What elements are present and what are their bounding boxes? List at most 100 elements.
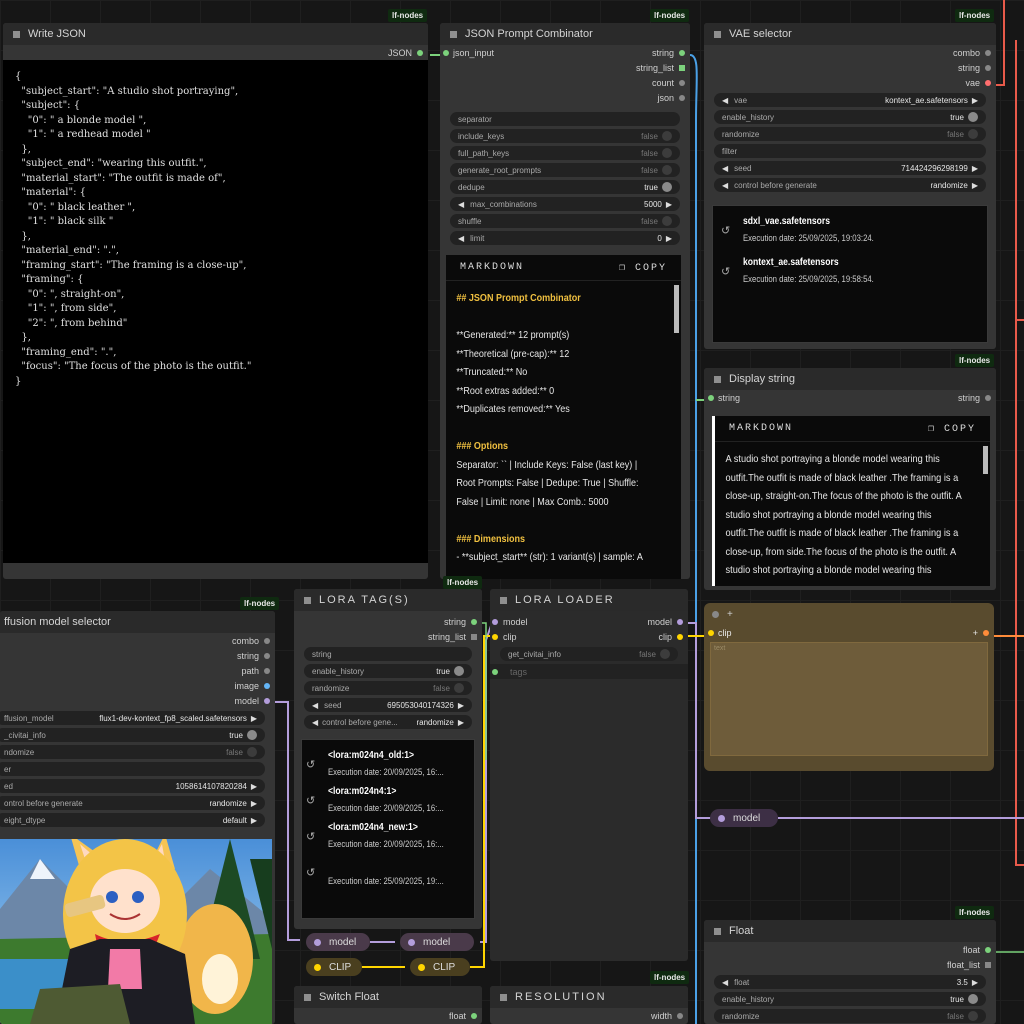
collapse-icon[interactable] <box>500 993 507 1001</box>
right-arrow-icon[interactable]: ▶ <box>458 718 464 727</box>
dedupe-toggle[interactable]: dedupe true <box>450 180 680 194</box>
string-output-slot[interactable] <box>264 653 270 659</box>
get-civitai-info-toggle[interactable]: get_civitai_info false <box>500 647 678 661</box>
lora-loader-title[interactable]: LORA LOADER <box>490 589 688 611</box>
model-reroute[interactable]: model <box>710 809 778 827</box>
vae-output-slot[interactable] <box>985 80 991 86</box>
json-input-slot[interactable] <box>443 50 449 56</box>
combo-output-slot[interactable] <box>264 638 270 644</box>
model-reroute[interactable]: model <box>306 933 370 951</box>
collapse-icon[interactable] <box>304 596 311 604</box>
combinator-title[interactable]: JSON Prompt Combinator <box>440 23 690 45</box>
json-prompt-combinator-node[interactable]: JSON Prompt Combinator json_input string … <box>440 23 690 579</box>
switch-float-title[interactable]: Switch Float <box>294 986 482 1008</box>
vae-selector-node[interactable]: VAE selector combo string vae ◀ vae kontex… <box>704 23 996 349</box>
json-output-slot[interactable] <box>417 50 423 56</box>
filter-field[interactable]: er <box>0 762 265 776</box>
diffusion-model-combo[interactable]: ffusion_model flux1-dev-kontext_fp8_scale… <box>0 711 265 725</box>
diffusion-model-selector-node[interactable]: ffusion model selector combo string path… <box>0 611 275 1024</box>
increment-arrow-icon[interactable]: ▶ <box>458 701 464 710</box>
float-stepper[interactable]: ◀ float 3.5 ▶ <box>714 975 986 989</box>
decrement-arrow-icon[interactable]: ◀ <box>722 164 728 173</box>
path-output-slot[interactable] <box>264 668 270 674</box>
right-arrow-icon[interactable]: ▶ <box>972 181 978 190</box>
clip-reroute[interactable]: CLIP <box>306 958 362 976</box>
weight-dtype-combo[interactable]: eight_dtype default ▶ <box>0 813 265 827</box>
increment-arrow-icon[interactable]: ▶ <box>251 782 257 791</box>
history-item[interactable]: ↺ sdxl_vae.safetensors Execution date: 25/… <box>721 216 979 243</box>
limit-stepper[interactable]: ◀ limit 0 ▶ <box>450 231 680 245</box>
collapse-icon[interactable] <box>500 596 507 604</box>
include-keys-toggle[interactable]: include_keys false <box>450 129 680 143</box>
model-input-slot[interactable] <box>492 619 498 625</box>
clip-reroute[interactable]: CLIP <box>410 958 470 976</box>
scrollbar[interactable] <box>983 446 988 474</box>
enable-history-toggle[interactable]: enable_history true <box>714 992 986 1006</box>
display-string-title[interactable]: Display string <box>704 368 996 390</box>
left-arrow-icon[interactable]: ◀ <box>722 181 728 190</box>
shuffle-toggle[interactable]: shuffle false <box>450 214 680 228</box>
display-string-node[interactable]: Display string string string MARKDOWN ❐ CO… <box>704 368 996 590</box>
string-output-slot[interactable] <box>985 65 991 71</box>
clip-group-header[interactable]: + <box>704 603 994 625</box>
decrement-arrow-icon[interactable]: ◀ <box>722 978 728 987</box>
text-input-area[interactable]: text <box>710 642 988 756</box>
tags-input-slot[interactable] <box>492 669 498 675</box>
json-output-slot[interactable] <box>679 95 685 101</box>
history-item[interactable]: ↺ <lora:m024n4_new:1> Execution date: 20/0… <box>306 822 470 849</box>
civitai-info-toggle[interactable]: _civitai_info true <box>0 728 265 742</box>
randomize-toggle[interactable]: randomize false <box>304 681 472 695</box>
write-json-title[interactable]: Write JSON <box>3 23 428 45</box>
clip-output-slot[interactable] <box>983 630 989 636</box>
history-item[interactable]: ↺ <lora:m024n4:1> Execution date: 20/09/20… <box>306 786 470 813</box>
string-output-slot[interactable] <box>471 619 477 625</box>
write-json-node[interactable]: Write JSON JSON { "subject_start": "A st… <box>3 23 428 579</box>
randomize-toggle[interactable]: ndomize false <box>0 745 265 759</box>
history-item[interactable]: ↺ <lora:m024n4_old:1> Execution date: 20/0… <box>306 750 470 777</box>
decrement-arrow-icon[interactable]: ◀ <box>458 234 464 243</box>
scrollbar[interactable] <box>674 285 679 333</box>
increment-arrow-icon[interactable]: ▶ <box>666 234 672 243</box>
model-reroute[interactable]: model <box>400 933 474 951</box>
generate-root-prompts-toggle[interactable]: generate_root_prompts false <box>450 163 680 177</box>
seed-stepper[interactable]: ed 1058614107820284 ▶ <box>0 779 265 793</box>
filter-field[interactable]: filter <box>714 144 986 158</box>
seed-stepper[interactable]: ◀ seed 695053040174326 ▶ <box>304 698 472 712</box>
history-item[interactable]: ↺ Execution date: 25/09/2025, 19:... <box>306 858 470 886</box>
full-path-keys-toggle[interactable]: full_path_keys false <box>450 146 680 160</box>
json-editor[interactable]: { "subject_start": "A studio shot portra… <box>3 60 428 563</box>
randomize-toggle[interactable]: randomize false <box>714 127 986 141</box>
width-output-slot[interactable] <box>677 1013 683 1019</box>
right-arrow-icon[interactable]: ▶ <box>251 714 257 723</box>
history-item[interactable]: ↺ kontext_ae.safetensors Execution date: 2… <box>721 257 979 284</box>
switch-float-node[interactable]: Switch Float float <box>294 986 482 1024</box>
decrement-arrow-icon[interactable]: ◀ <box>458 200 464 209</box>
vae-selector-title[interactable]: VAE selector <box>704 23 996 45</box>
increment-arrow-icon[interactable]: ▶ <box>972 978 978 987</box>
tags-input-row[interactable]: tags <box>490 664 688 679</box>
clip-input-slot[interactable] <box>492 634 498 640</box>
control-before-generate-combo[interactable]: ◀ control before generate randomize ▶ <box>714 178 986 192</box>
lora-loader-node[interactable]: LORA LOADER model model clip clip get_civi… <box>490 589 688 961</box>
seed-stepper[interactable]: ◀ seed 714424296298199 ▶ <box>714 161 986 175</box>
string-input-slot[interactable] <box>708 395 714 401</box>
model-output-slot[interactable] <box>264 698 270 704</box>
collapse-icon[interactable] <box>714 30 721 38</box>
lora-tags-node[interactable]: LORA TAG(S) string string_list string en… <box>294 589 482 929</box>
float-output-slot[interactable] <box>471 1013 477 1019</box>
collapse-icon[interactable] <box>714 375 721 383</box>
left-arrow-icon[interactable]: ◀ <box>312 718 318 727</box>
model-output-slot[interactable] <box>677 619 683 625</box>
right-arrow-icon[interactable]: ▶ <box>972 96 978 105</box>
control-before-generate-combo[interactable]: ontrol before generate randomize ▶ <box>0 796 265 810</box>
separator-field[interactable]: separator <box>450 112 680 126</box>
vae-combo[interactable]: ◀ vae kontext_ae.safetensors ▶ <box>714 93 986 107</box>
right-arrow-icon[interactable]: ▶ <box>251 816 257 825</box>
resolution-title[interactable]: RESOLUTION <box>490 986 688 1008</box>
float-title[interactable]: Float <box>704 920 996 942</box>
left-arrow-icon[interactable]: ◀ <box>722 96 728 105</box>
copy-button[interactable]: ❐ COPY <box>619 262 667 274</box>
decrement-arrow-icon[interactable]: ◀ <box>312 701 318 710</box>
float-node[interactable]: Float float float_list ◀ float 3.5 ▶ enable… <box>704 920 996 1024</box>
collapse-icon[interactable] <box>714 927 721 935</box>
